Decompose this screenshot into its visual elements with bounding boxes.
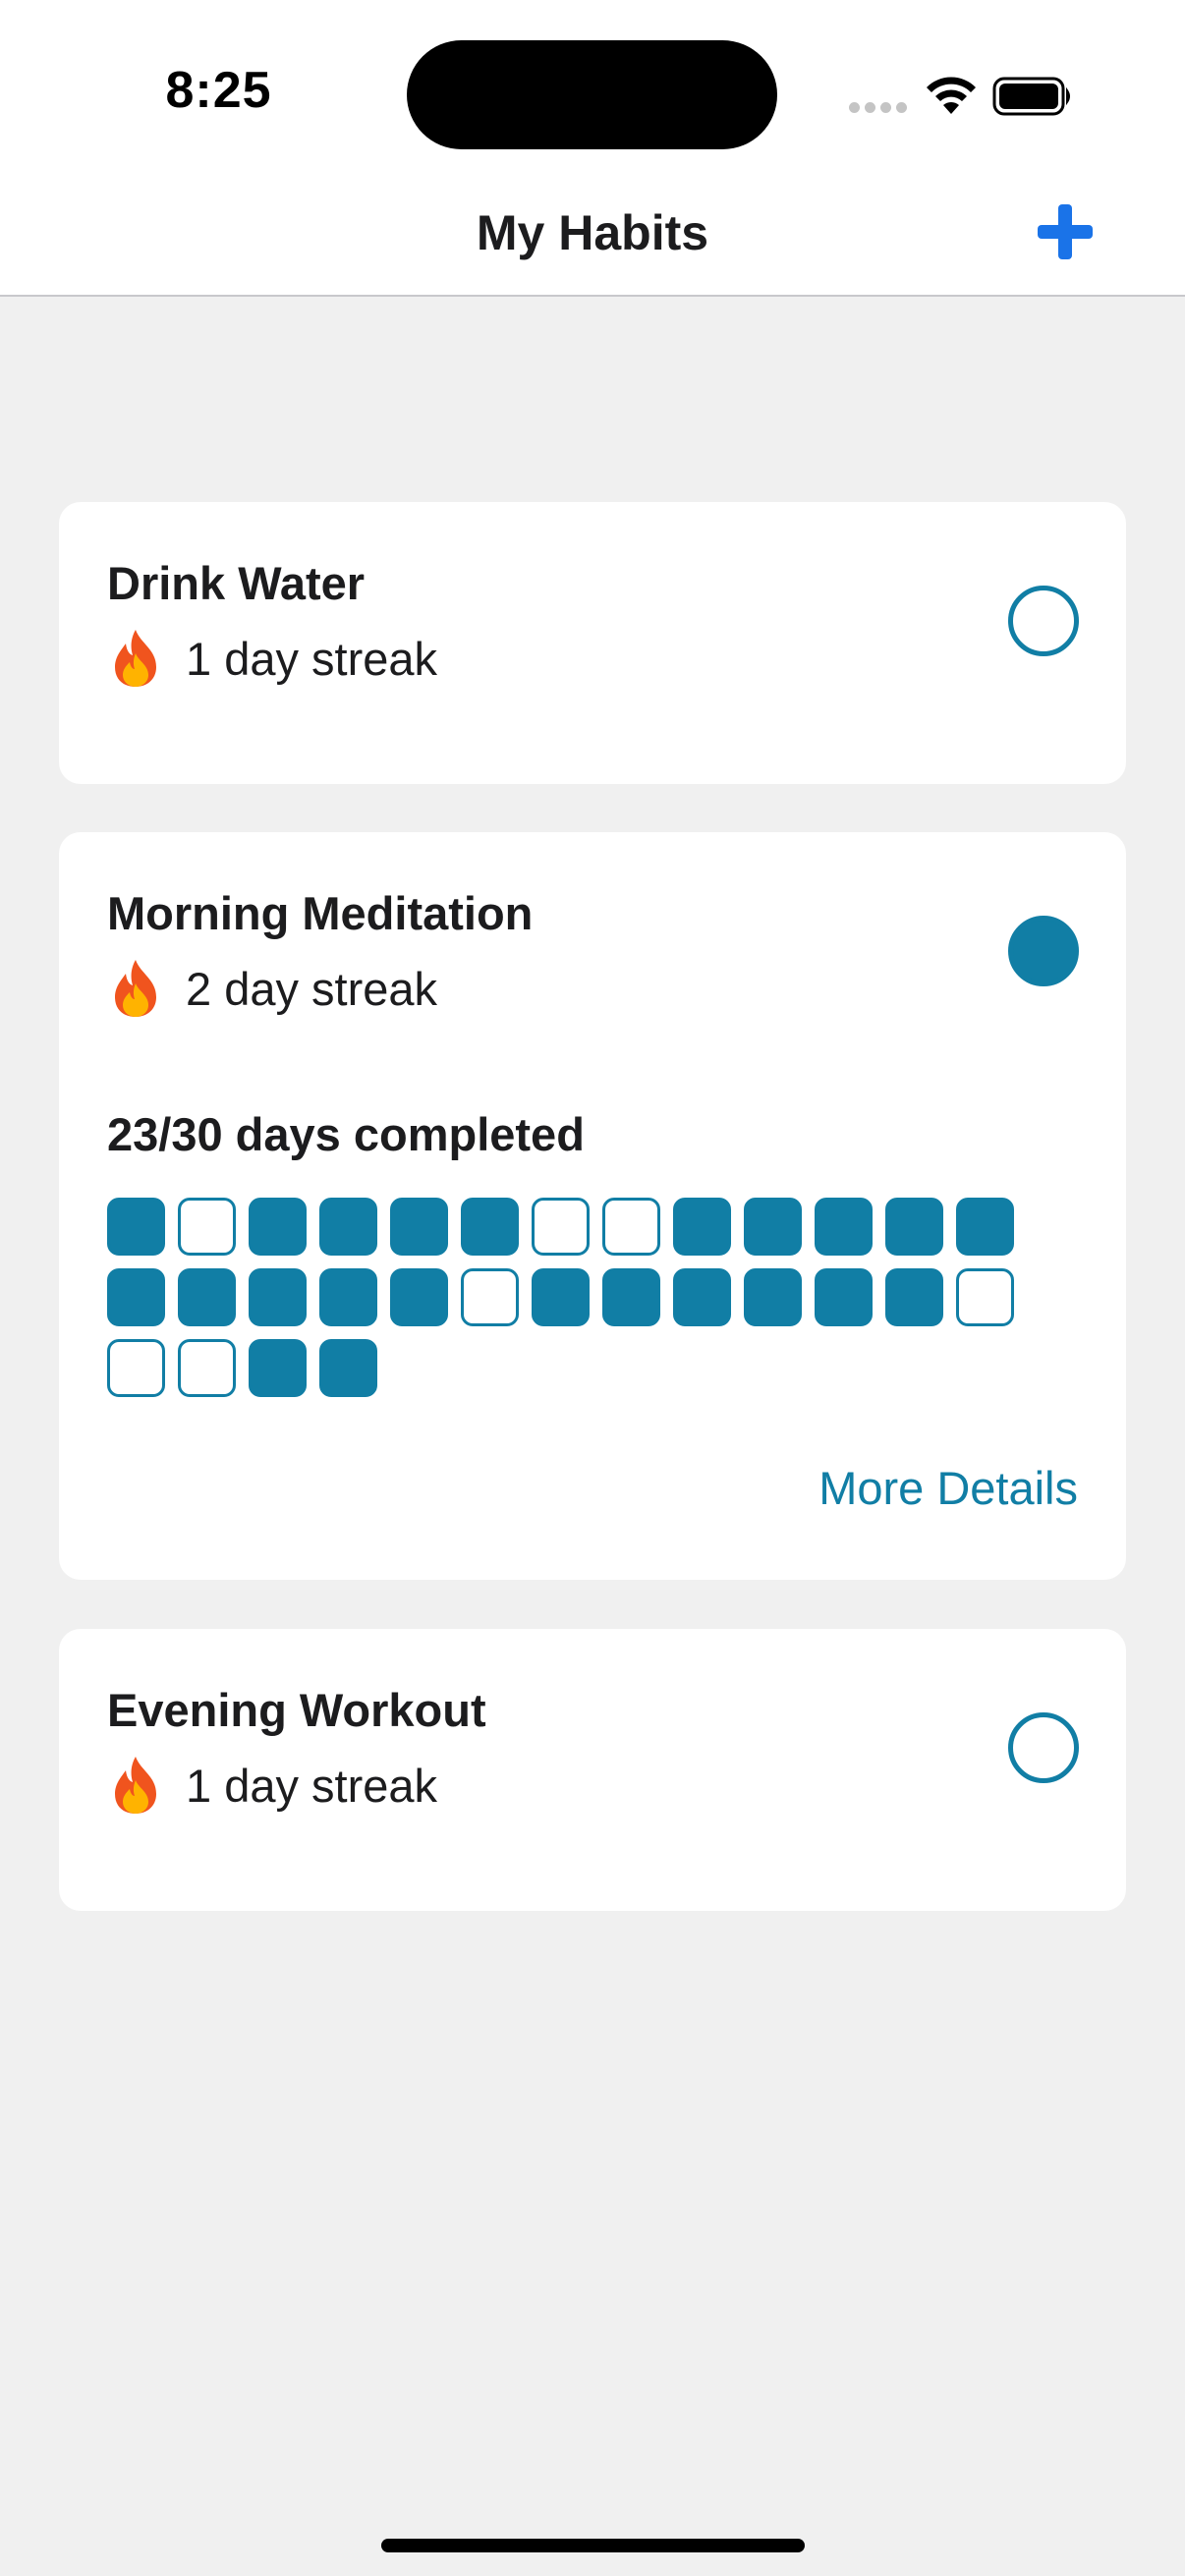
screen: 8:25 My Habits Drink Water 1 day streak …: [0, 0, 1185, 2576]
day-cell: [815, 1268, 873, 1326]
complete-toggle[interactable]: [1008, 586, 1079, 656]
flame-icon: [115, 960, 156, 1017]
status-icons: [845, 67, 1081, 126]
day-cell: [178, 1198, 236, 1256]
day-cell: [107, 1339, 165, 1397]
day-cell: [673, 1268, 731, 1326]
day-cell: [885, 1198, 943, 1256]
more-details-link[interactable]: More Details: [818, 1461, 1078, 1515]
status-time: 8:25: [165, 62, 272, 119]
day-cell: [461, 1198, 519, 1256]
dynamic-island: [407, 40, 777, 149]
streak-label: 1 day streak: [186, 632, 438, 685]
habit-name: Evening Workout: [107, 1684, 486, 1736]
day-cell: [390, 1198, 448, 1256]
day-cell: [956, 1198, 1014, 1256]
day-cell: [885, 1268, 943, 1326]
habit-card-morning-meditation[interactable]: Morning Meditation 2 day streak 23/30 da…: [59, 832, 1126, 1580]
habit-streak: 1 day streak: [107, 628, 437, 689]
day-cell: [744, 1198, 802, 1256]
day-cell: [673, 1198, 731, 1256]
complete-toggle[interactable]: [1008, 916, 1079, 986]
status-bar: 8:25: [0, 0, 1185, 177]
habit-streak: 2 day streak: [107, 958, 437, 1019]
home-indicator: [381, 2539, 805, 2552]
day-cell: [532, 1268, 590, 1326]
day-cell: [249, 1339, 307, 1397]
day-cell: [602, 1268, 660, 1326]
streak-label: 2 day streak: [186, 962, 438, 1015]
progress-label: 23/30 days completed: [107, 1108, 585, 1160]
day-cell: [107, 1198, 165, 1256]
day-cell: [390, 1268, 448, 1326]
day-cell: [319, 1339, 377, 1397]
day-cell: [815, 1198, 873, 1256]
flame-icon: [115, 630, 156, 687]
flame-icon: [115, 1757, 156, 1814]
day-cell: [319, 1198, 377, 1256]
page-title: My Habits: [476, 205, 709, 260]
day-cell: [178, 1339, 236, 1397]
cellular-signal-icon: [849, 102, 908, 114]
day-cell: [532, 1198, 590, 1256]
day-cell: [461, 1268, 519, 1326]
day-cell: [107, 1268, 165, 1326]
day-cell: [249, 1198, 307, 1256]
wifi-icon: [927, 77, 976, 114]
habit-card-evening-workout[interactable]: Evening Workout 1 day streak: [59, 1629, 1126, 1911]
complete-toggle[interactable]: [1008, 1712, 1079, 1783]
habit-card-drink-water[interactable]: Drink Water 1 day streak: [59, 502, 1126, 784]
battery-icon: [992, 77, 1070, 116]
day-cell: [178, 1268, 236, 1326]
day-cell: [319, 1268, 377, 1326]
streak-label: 1 day streak: [186, 1759, 438, 1812]
day-cell: [956, 1268, 1014, 1326]
habit-name: Drink Water: [107, 557, 366, 609]
day-cell: [744, 1268, 802, 1326]
day-cell: [602, 1198, 660, 1256]
habit-streak: 1 day streak: [107, 1755, 437, 1816]
habit-name: Morning Meditation: [107, 887, 534, 939]
day-cell: [249, 1268, 307, 1326]
add-habit-button[interactable]: [1032, 198, 1099, 265]
navigation-bar: My Habits: [0, 177, 1185, 297]
